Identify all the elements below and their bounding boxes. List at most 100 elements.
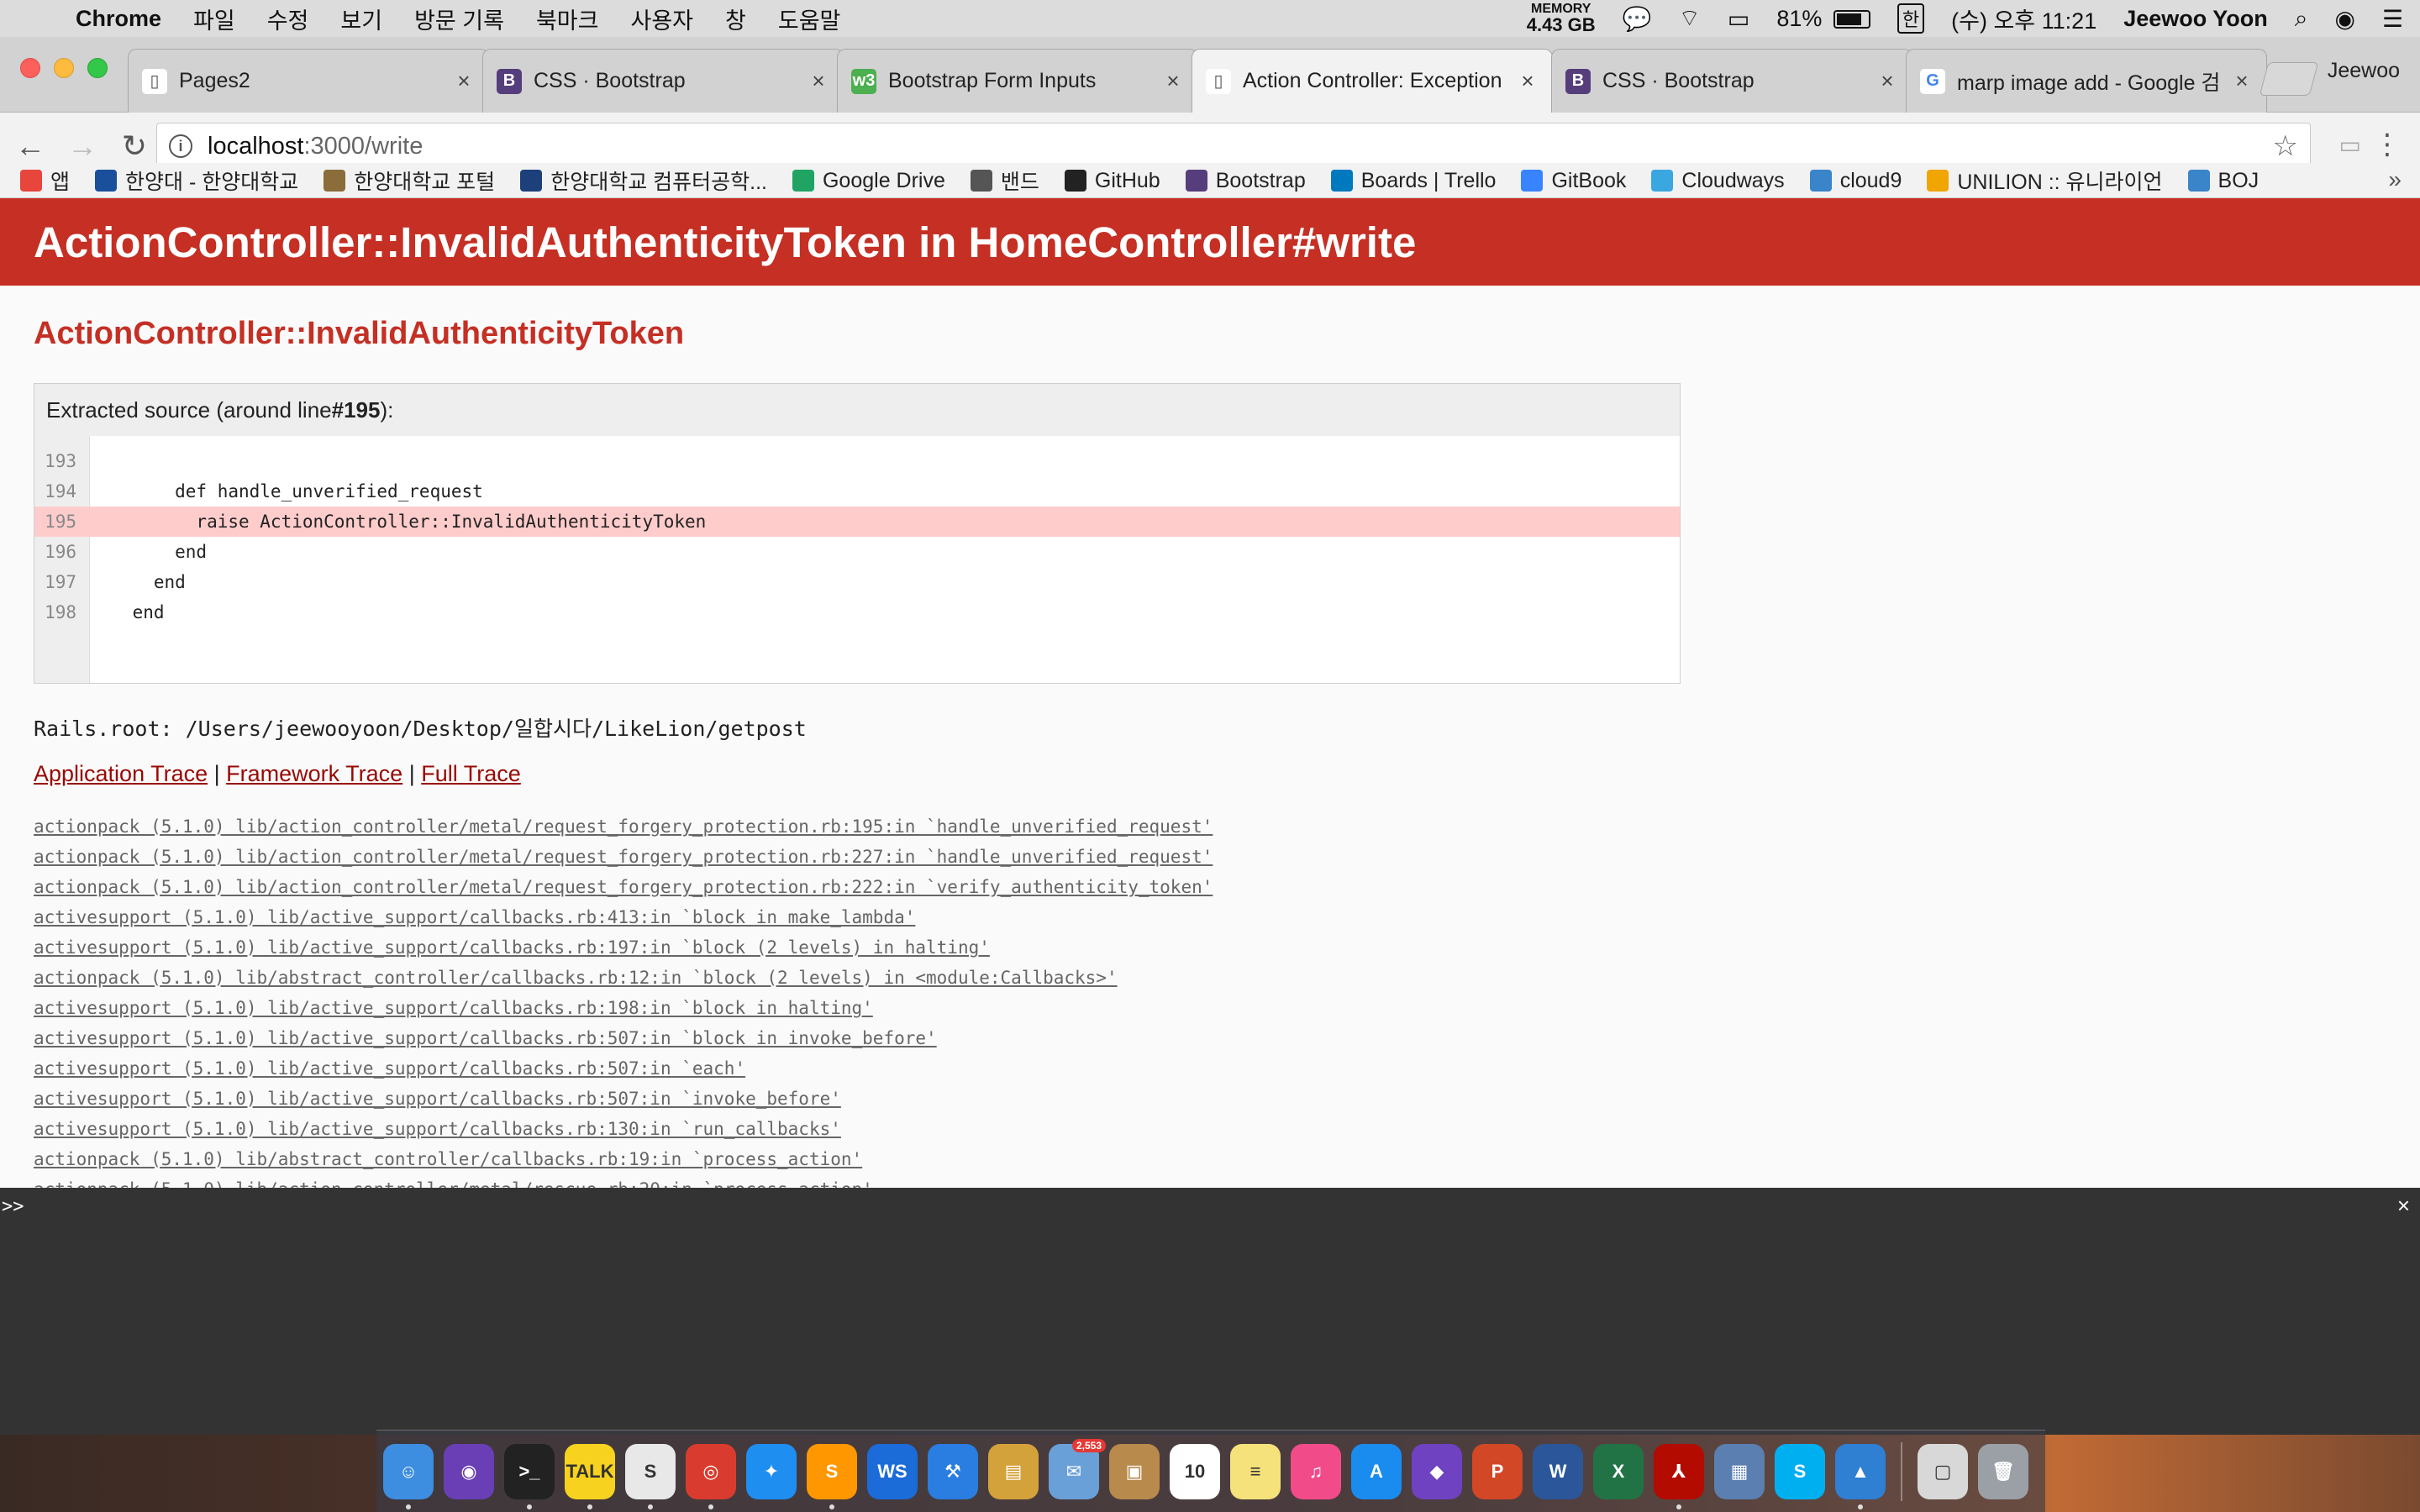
bookmark-item[interactable]: Bootstrap (1185, 163, 1306, 198)
trace-frame-link[interactable]: activesupport (5.1.0) lib/active_support… (34, 1023, 1213, 1053)
skype-icon[interactable]: S (1775, 1443, 1825, 1499)
trace-frame-link[interactable]: activesupport (5.1.0) lib/active_support… (34, 932, 1213, 963)
finder-icon[interactable]: ☺ (383, 1443, 434, 1509)
browser-tab[interactable]: ▯ Pages2 × (128, 49, 489, 113)
trace-frame-link[interactable]: actionpack (5.1.0) lib/abstract_controll… (34, 1144, 1213, 1174)
keynote-icon[interactable]: ▲ (1835, 1443, 1886, 1509)
bookmark-item[interactable]: 한양대 - 한양대학교 (95, 163, 298, 198)
trace-frame-link[interactable]: actionpack (5.1.0) lib/action_controller… (34, 872, 1213, 902)
bookmark-item[interactable]: 한양대학교 포털 (324, 163, 495, 198)
bookmarks-overflow-icon[interactable]: » (2388, 166, 2402, 193)
airplay-icon[interactable]: ▭ (1728, 5, 1749, 33)
trace-frame-link[interactable]: activesupport (5.1.0) lib/active_support… (34, 1053, 1213, 1084)
bookmark-item[interactable]: UNILION :: 유니라이언 (1927, 163, 2163, 198)
battery-status[interactable]: 81% (1776, 6, 1870, 32)
bookmark-item[interactable]: GitHub (1064, 163, 1160, 198)
mail-icon[interactable]: ✉ 2,553 (1049, 1438, 1106, 1499)
github-desktop-icon[interactable]: ◆ (1412, 1443, 1462, 1499)
bookmark-item[interactable]: 밴드 (970, 163, 1039, 198)
browser-tab[interactable]: B CSS · Bootstrap × (1551, 49, 1912, 113)
bookmark-item[interactable]: Boards | Trello (1330, 163, 1496, 198)
trace-frame-link[interactable]: actionpack (5.1.0) lib/abstract_controll… (34, 963, 1213, 993)
close-window-button[interactable] (20, 58, 40, 78)
wifi-icon[interactable]: ⌔ (1679, 4, 1701, 34)
tab-close-icon[interactable]: × (1876, 68, 1898, 94)
documents-folder-icon[interactable]: ▢ (1918, 1443, 1968, 1499)
xcode-icon[interactable]: ⚒ (928, 1443, 978, 1499)
bookmark-item[interactable]: BOJ (2187, 163, 2259, 198)
contacts-icon[interactable]: ▣ (1109, 1443, 1160, 1499)
bookmark-item[interactable]: Google Drive (792, 163, 945, 198)
webstorm-icon[interactable]: WS (867, 1443, 918, 1499)
browser-tab[interactable]: Gmarp image add - Google 검 × (1906, 49, 2267, 113)
tab-close-icon[interactable]: × (808, 68, 829, 94)
profile-button[interactable]: Jeewoo (2328, 59, 2400, 83)
menu-file[interactable]: 파일 (193, 3, 235, 35)
reload-button[interactable]: ↻ (113, 129, 156, 164)
trace-frame-link[interactable]: actionpack (5.1.0) lib/action_controller… (34, 1174, 1213, 1188)
menubar-clock[interactable]: (수) 오후 11:21 (1951, 3, 2096, 35)
browser-tab[interactable]: w3 Bootstrap Form Inputs × (837, 49, 1198, 113)
sequel-pro-icon[interactable]: ▤ (988, 1443, 1039, 1499)
web-console-panel[interactable]: >> × (0, 1188, 2420, 1435)
notes-icon[interactable]: ≡ (1230, 1443, 1281, 1499)
bookmark-item[interactable]: Cloudways (1651, 163, 1785, 198)
minimize-window-button[interactable] (54, 58, 74, 78)
trace-frame-link[interactable]: activesupport (5.1.0) lib/active_support… (34, 902, 1213, 932)
menu-window[interactable]: 창 (725, 3, 746, 35)
acrobat-icon[interactable]: ⅄ (1654, 1443, 1704, 1509)
full-trace-link[interactable]: Full Trace (421, 761, 521, 786)
memory-status[interactable]: MEMORY 4.43 GB (1527, 3, 1596, 34)
kakaotalk-icon[interactable]: TALK (565, 1443, 615, 1509)
chrome-menu-icon[interactable]: ⋮ (2373, 128, 2402, 161)
powerpoint-icon[interactable]: P (1472, 1443, 1523, 1499)
trace-frame-link[interactable]: actionpack (5.1.0) lib/action_controller… (34, 842, 1213, 872)
extension-icon[interactable]: ▭ (2339, 131, 2361, 159)
chrome-icon[interactable]: ◎ (686, 1443, 736, 1509)
menubar-user[interactable]: Jeewoo Yoon (2123, 6, 2268, 32)
menu-edit[interactable]: 수정 (267, 3, 309, 35)
application-trace-link[interactable]: Application Trace (34, 761, 208, 786)
notification-center-icon[interactable]: ☰ (2382, 5, 2403, 33)
browser-tab[interactable]: B CSS · Bootstrap × (482, 49, 844, 113)
sublime-icon[interactable]: S (807, 1443, 857, 1509)
chat-bubble-icon[interactable]: 💬 (1623, 5, 1652, 33)
menu-bookmarks[interactable]: 북마크 (536, 3, 599, 35)
itunes-icon[interactable]: ♫ (1291, 1443, 1341, 1499)
forward-button[interactable]: → (60, 129, 104, 164)
bookmark-item[interactable]: GitBook (1521, 163, 1626, 198)
bookmark-item[interactable]: 앱 (20, 163, 70, 198)
zoom-window-button[interactable] (87, 58, 108, 78)
safari-icon[interactable]: ✦ (746, 1443, 797, 1499)
menu-app-name[interactable]: Chrome (76, 6, 161, 32)
bookmark-item[interactable]: 한양대학교 컴퓨터공학... (520, 163, 767, 198)
trace-frame-link[interactable]: activesupport (5.1.0) lib/active_support… (34, 993, 1213, 1023)
menu-view[interactable]: 보기 (340, 3, 382, 35)
console-close-button[interactable]: × (2397, 1193, 2410, 1219)
tab-close-icon[interactable]: × (1162, 68, 1184, 94)
bookmark-item[interactable]: cloud9 (1809, 163, 1902, 198)
siri-icon[interactable]: ◉ (2334, 5, 2354, 33)
trace-frame-link[interactable]: activesupport (5.1.0) lib/active_support… (34, 1114, 1213, 1144)
console-prompt[interactable]: >> (2, 1196, 24, 1217)
excel-icon[interactable]: X (1593, 1443, 1644, 1499)
trace-frame-link[interactable]: activesupport (5.1.0) lib/active_support… (34, 1084, 1213, 1114)
word-icon[interactable]: W (1533, 1443, 1583, 1499)
siri-icon[interactable]: ◉ (444, 1443, 494, 1499)
virtualbox-icon[interactable]: ▦ (1714, 1443, 1765, 1499)
tab-close-icon[interactable]: × (1517, 68, 1539, 94)
calendar-icon[interactable]: 10 (1170, 1443, 1220, 1499)
app-store-icon[interactable]: A (1351, 1443, 1402, 1499)
input-method-indicator[interactable]: 한 (1897, 3, 1925, 34)
tab-close-icon[interactable]: × (2231, 68, 2253, 94)
bookmark-star-icon[interactable]: ☆ (2273, 129, 2298, 163)
slack-icon[interactable]: S (625, 1443, 676, 1509)
trace-frame-link[interactable]: actionpack (5.1.0) lib/action_controller… (34, 811, 1213, 842)
menu-history[interactable]: 방문 기록 (414, 3, 504, 35)
terminal-icon[interactable]: >_ (504, 1443, 555, 1509)
menu-help[interactable]: 도움말 (778, 3, 841, 35)
back-button[interactable]: ← (8, 129, 52, 164)
tab-close-icon[interactable]: × (453, 68, 475, 94)
new-tab-button[interactable] (2259, 62, 2319, 96)
site-info-icon[interactable]: i (169, 134, 192, 158)
